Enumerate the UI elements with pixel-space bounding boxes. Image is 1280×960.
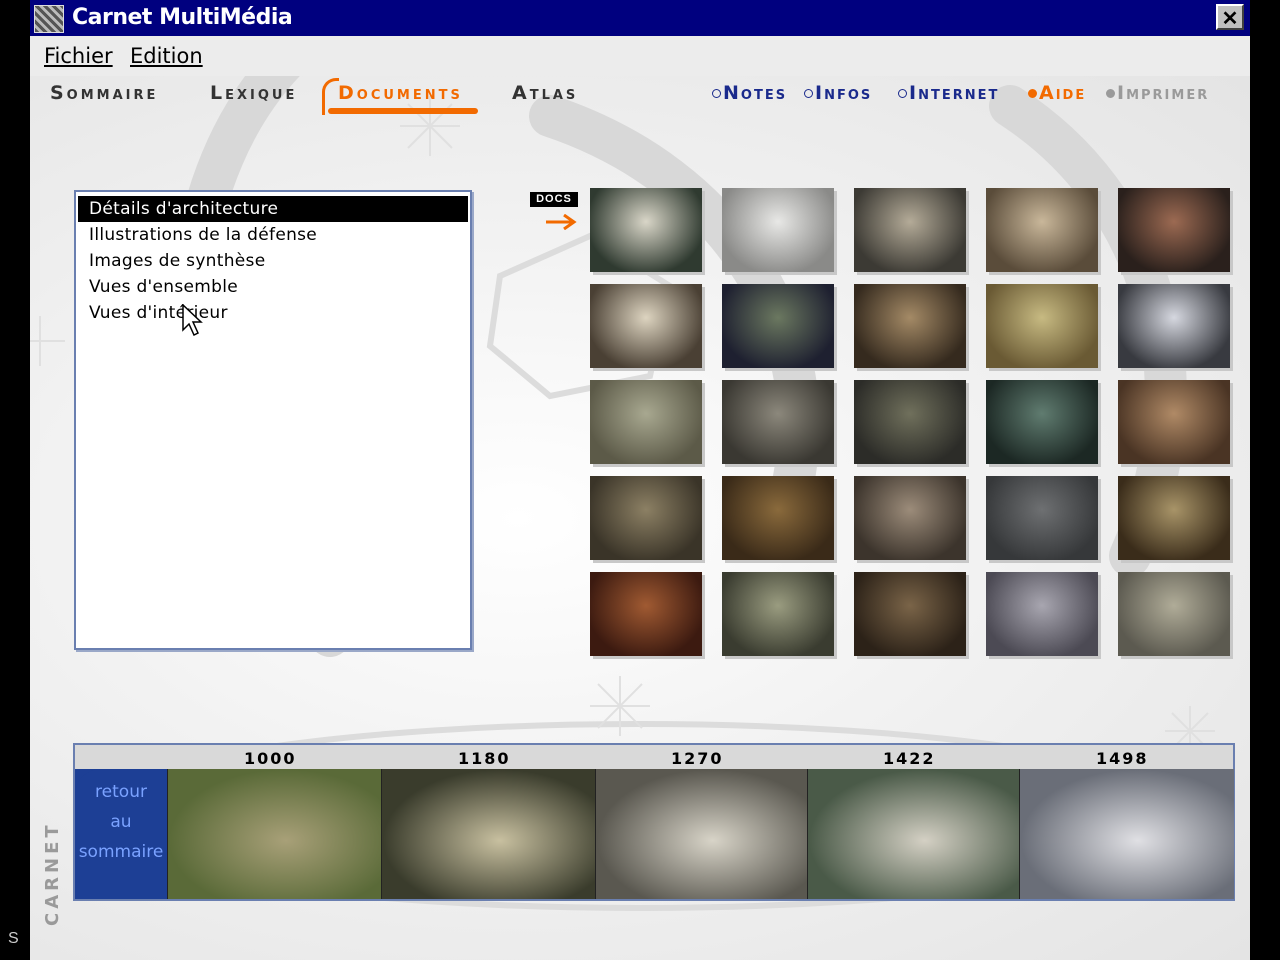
thumbnail-arched-doorways[interactable] xyxy=(1118,380,1230,464)
timeline-castle-1000[interactable] xyxy=(167,769,382,899)
nav-infos-label: Infos xyxy=(815,82,873,104)
thumbnail-ribbed-arch[interactable] xyxy=(986,284,1098,368)
nav-internet[interactable]: Internet xyxy=(898,82,999,104)
nav-lexique[interactable]: Lexique xyxy=(210,82,297,104)
thumbnail-stained-glass-vault[interactable] xyxy=(722,284,834,368)
window-title: Carnet MultiMédia xyxy=(72,5,293,30)
list-item[interactable]: Illustrations de la défense xyxy=(78,222,468,248)
thumbnail-vaulted-hall[interactable] xyxy=(854,188,966,272)
timeline-castle-1180[interactable] xyxy=(381,769,596,899)
nav-sommaire[interactable]: Sommaire xyxy=(50,82,158,104)
nav-infos[interactable]: Infos xyxy=(804,82,872,104)
nav-internet-label: Internet xyxy=(909,82,1000,104)
thumbnail-long-vaulted-corridor[interactable] xyxy=(986,188,1098,272)
bullet-icon xyxy=(898,89,907,98)
edge-text: S xyxy=(8,930,19,947)
thumbnail-arched-passage[interactable] xyxy=(854,284,966,368)
timeline-year-label: 1498 xyxy=(1096,749,1149,768)
bullet-icon xyxy=(712,89,721,98)
nav-aide-label: Aide xyxy=(1039,82,1087,104)
menu-edition-label: Edition xyxy=(130,44,203,68)
timeline-castle-1498[interactable] xyxy=(1019,769,1234,899)
main-content: Sommaire Lexique Documents Atlas Notes I… xyxy=(30,76,1250,960)
timeline-year-label: 1270 xyxy=(671,749,724,768)
nav-active-underline xyxy=(328,108,478,114)
return-to-summary-button[interactable]: retour au sommaire xyxy=(75,769,167,899)
thumbnail-tower-ruin[interactable] xyxy=(590,380,702,464)
timeline-year-label: 1180 xyxy=(458,749,511,768)
nav-imprimer[interactable]: Imprimer xyxy=(1106,82,1209,104)
thumbnail-pointed-vault[interactable] xyxy=(722,476,834,560)
bullet-icon xyxy=(1106,89,1115,98)
nav-atlas[interactable]: Atlas xyxy=(512,82,578,104)
thumbnail-carved-pillar[interactable] xyxy=(722,380,834,464)
bullet-icon xyxy=(804,89,813,98)
nav-aide[interactable]: Aide xyxy=(1028,82,1086,104)
nav-imprimer-label: Imprimer xyxy=(1117,82,1210,104)
list-item[interactable]: Vues d'intérieur xyxy=(78,300,468,326)
return-label-line: au xyxy=(110,812,132,832)
timeline-year-label: 1000 xyxy=(244,749,297,768)
title-bar: Carnet MultiMédia ✕ xyxy=(30,0,1250,36)
timeline: retour au sommaire 1000 1180 1270 1422 1498 xyxy=(73,743,1235,901)
menu-edition[interactable]: Edition xyxy=(130,44,203,68)
menu-fichier-label: Fichier xyxy=(44,44,113,68)
thumbnail-dark-chamber[interactable] xyxy=(1118,188,1230,272)
nav-notes-label: Notes xyxy=(723,82,788,104)
timeline-castle-1422[interactable] xyxy=(807,769,1020,899)
menu-bar: Fichier Edition xyxy=(30,36,1250,76)
app-icon xyxy=(34,5,64,33)
thumbnail-wooden-furniture-room[interactable] xyxy=(854,572,966,656)
nav-notes[interactable]: Notes xyxy=(712,82,787,104)
thumbnail-stone-wall-niche[interactable] xyxy=(854,380,966,464)
menu-fichier[interactable]: Fichier xyxy=(44,44,113,68)
list-item[interactable]: Images de synthèse xyxy=(78,248,468,274)
nav-documents[interactable]: Documents xyxy=(338,82,463,104)
list-item[interactable]: Détails d'architecture xyxy=(78,196,468,222)
mouse-cursor-icon xyxy=(182,304,203,337)
close-button[interactable]: ✕ xyxy=(1216,4,1244,30)
return-label-line: sommaire xyxy=(78,842,164,862)
bullet-icon xyxy=(1028,89,1037,98)
return-label-line: retour xyxy=(95,782,147,802)
docs-badge: DOCS xyxy=(530,192,578,207)
thumbnail-green-vault[interactable] xyxy=(986,380,1098,464)
thumbnail-ruined-courtyard-snow[interactable] xyxy=(1118,284,1230,368)
carnet-vertical-brand: CARNET xyxy=(42,821,63,926)
timeline-castle-1270[interactable] xyxy=(595,769,808,899)
arrow-right-icon xyxy=(546,214,577,230)
thumbnail-carved-keystone[interactable] xyxy=(722,188,834,272)
thumbnail-vaulted-crypt[interactable] xyxy=(986,572,1098,656)
thumbnail-timber-roof-room[interactable] xyxy=(1118,476,1230,560)
thumbnail-fan-vault[interactable] xyxy=(722,572,834,656)
thumbnail-gothic-chapel[interactable] xyxy=(590,572,702,656)
list-item[interactable]: Vues d'ensemble xyxy=(78,274,468,300)
app-window: Carnet MultiMédia ✕ Fichier Edition Somm… xyxy=(30,0,1250,960)
thumbnail-star-vault[interactable] xyxy=(590,476,702,560)
thumbnail-castle-courtyard[interactable] xyxy=(1118,572,1230,656)
thumbnail-stone-alcove[interactable] xyxy=(854,476,966,560)
thumbnail-fireplace-room[interactable] xyxy=(590,284,702,368)
thumbnail-grey-wall[interactable] xyxy=(986,476,1098,560)
category-listbox[interactable]: Détails d'architecture Illustrations de … xyxy=(74,190,472,650)
timeline-year-label: 1422 xyxy=(883,749,936,768)
thumbnail-spiral-staircase[interactable] xyxy=(590,188,702,272)
